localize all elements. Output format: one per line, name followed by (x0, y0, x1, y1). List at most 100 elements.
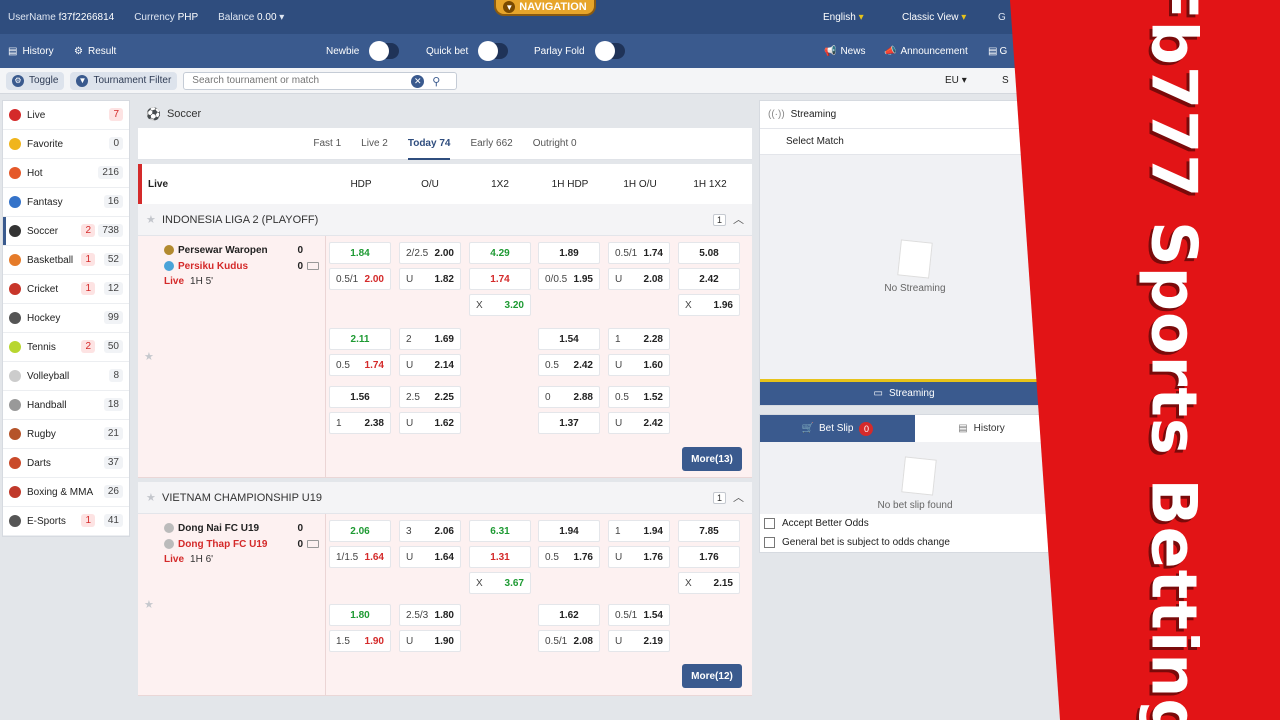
sidebar-item-darts[interactable]: Darts 37 (3, 449, 129, 478)
odds-cell[interactable]: 2.42 (678, 268, 740, 290)
checkbox[interactable] (764, 518, 775, 529)
sidebar-item-hockey[interactable]: Hockey 99 (3, 304, 129, 333)
sidebar-item-volleyball[interactable]: Volleyball 8 (3, 362, 129, 391)
odds-cell[interactable]: 2/2.5 2.00 (399, 242, 461, 264)
sidebar-item-fantasy[interactable]: Fantasy 16 (3, 188, 129, 217)
streaming-button[interactable]: ▭ Streaming (760, 379, 1048, 405)
result-button[interactable]: ⚙ Result (74, 46, 116, 57)
search-icon[interactable]: ⚲ (432, 75, 440, 88)
clear-icon[interactable]: ✕ (411, 74, 425, 88)
toggle-switch[interactable] (369, 41, 400, 61)
odds-change-checkbox[interactable]: General bet is subject to odds change (760, 533, 1048, 552)
odds-cell[interactable]: 0.5 1.76 (538, 546, 600, 568)
filter-extra[interactable]: S (1002, 75, 1009, 86)
sidebar-item-rugby[interactable]: Rugby 21 (3, 420, 129, 449)
odds-cell[interactable]: 0.5 2.42 (538, 354, 600, 376)
odds-cell[interactable]: 1.80 (329, 604, 391, 626)
tab-early[interactable]: Early 662 (470, 128, 512, 160)
toggle-button[interactable]: ⚙ Toggle (6, 71, 65, 90)
odds-cell[interactable]: 1 2.28 (608, 328, 670, 350)
language-dropdown[interactable]: English ▾ (823, 12, 864, 23)
odds-cell[interactable]: 1.37 (538, 412, 600, 434)
odds-cell[interactable]: 1 2.38 (329, 412, 391, 434)
tab-bet-slip[interactable]: 🛒 Bet Slip 0 (760, 415, 915, 442)
odds-cell[interactable]: U 2.08 (608, 268, 670, 290)
tab-live[interactable]: Live 2 (361, 128, 388, 160)
toggle-switch[interactable] (594, 41, 625, 61)
odds-cell[interactable]: 0.5/1 1.74 (608, 242, 670, 264)
odds-cell[interactable]: 0/0.5 1.95 (538, 268, 600, 290)
odds-cell[interactable]: U 1.62 (399, 412, 461, 434)
newbie-toggle[interactable]: Newbie (326, 41, 400, 61)
star-icon[interactable]: ★ (144, 350, 154, 363)
odds-cell[interactable]: 2.11 (329, 328, 391, 350)
sidebar-item-tennis[interactable]: Tennis 2 50 (3, 333, 129, 362)
search-input[interactable] (192, 75, 403, 86)
chevron-up-icon[interactable]: ︿ (733, 489, 744, 505)
star-icon[interactable]: ★ (146, 213, 156, 226)
odds-cell[interactable]: X 2.15 (678, 572, 740, 594)
odds-cell[interactable]: X 3.20 (469, 294, 531, 316)
odds-cell[interactable]: 1.56 (329, 386, 391, 408)
quick-bet-toggle[interactable]: Quick bet (426, 41, 509, 61)
odds-cell[interactable]: 0.5 1.52 (608, 386, 670, 408)
checkbox[interactable] (764, 537, 775, 548)
toolbar-extra[interactable]: ▤ G (988, 46, 1007, 57)
navigation-button[interactable]: ▼ NAVIGATION (494, 0, 596, 16)
odds-cell[interactable]: U 2.14 (399, 354, 461, 376)
tab-today[interactable]: Today 74 (407, 128, 451, 160)
parlay-fold-toggle[interactable]: Parlay Fold (534, 41, 625, 61)
tournament-filter-button[interactable]: ▼ Tournament Filter (70, 71, 178, 90)
tv-icon[interactable] (307, 540, 319, 548)
history-button[interactable]: ▤ History (8, 46, 54, 57)
odds-cell[interactable]: 1.76 (678, 546, 740, 568)
topbar-extra[interactable]: G (998, 12, 1006, 23)
sidebar-item-e-sports[interactable]: E-Sports 1 41 (3, 507, 129, 536)
select-match-dropdown[interactable]: Select Match (760, 129, 1048, 155)
odds-cell[interactable]: U 1.82 (399, 268, 461, 290)
sidebar-item-live[interactable]: Live 7 (3, 101, 129, 130)
announcement-button[interactable]: 📣 Announcement (884, 46, 968, 57)
odds-cell[interactable]: 1.31 (469, 546, 531, 568)
sidebar-item-hot[interactable]: Hot 216 (3, 159, 129, 188)
odds-cell[interactable]: 0.5/1 2.08 (538, 630, 600, 652)
odds-cell[interactable]: 2.5/3 1.80 (399, 604, 461, 626)
star-icon[interactable]: ★ (144, 598, 154, 611)
sidebar-item-handball[interactable]: Handball 18 (3, 391, 129, 420)
odds-cell[interactable]: U 1.90 (399, 630, 461, 652)
odds-cell[interactable]: U 2.19 (608, 630, 670, 652)
odds-cell[interactable]: U 1.64 (399, 546, 461, 568)
odds-cell[interactable]: 1.5 1.90 (329, 630, 391, 652)
odds-cell[interactable]: U 2.42 (608, 412, 670, 434)
odds-cell[interactable]: 4.29 (469, 242, 531, 264)
tab-bet-history[interactable]: ▤ History (915, 415, 1048, 442)
accept-better-odds-checkbox[interactable]: Accept Better Odds (760, 514, 1048, 533)
sidebar-item-favorite[interactable]: Favorite 0 (3, 130, 129, 159)
odds-cell[interactable]: 1.89 (538, 242, 600, 264)
toggle-switch[interactable] (478, 41, 509, 61)
more-markets-button[interactable]: More(13) (682, 447, 742, 471)
odds-cell[interactable]: 0.5/1 1.54 (608, 604, 670, 626)
tv-icon[interactable] (307, 262, 319, 270)
odds-cell[interactable]: 5.08 (678, 242, 740, 264)
odds-cell[interactable]: 0.5/1 2.00 (329, 268, 391, 290)
odds-cell[interactable]: 2.06 (329, 520, 391, 542)
odds-cell[interactable]: 2.5 2.25 (399, 386, 461, 408)
odds-cell[interactable]: 0.5 1.74 (329, 354, 391, 376)
sidebar-item-soccer[interactable]: Soccer 2 738 (3, 217, 129, 246)
tab-fast[interactable]: Fast 1 (313, 128, 341, 160)
odds-cell[interactable]: U 1.76 (608, 546, 670, 568)
odds-cell[interactable]: 0 2.88 (538, 386, 600, 408)
odds-cell[interactable]: 1.54 (538, 328, 600, 350)
star-icon[interactable]: ★ (146, 491, 156, 504)
odds-cell[interactable]: U 1.60 (608, 354, 670, 376)
odds-cell[interactable]: 1.74 (469, 268, 531, 290)
odds-cell[interactable]: 7.85 (678, 520, 740, 542)
news-button[interactable]: 📢 News (824, 46, 865, 57)
odds-cell[interactable]: 6.31 (469, 520, 531, 542)
view-dropdown[interactable]: Classic View ▾ (902, 12, 966, 23)
more-markets-button[interactable]: More(12) (682, 664, 742, 688)
odds-cell[interactable]: 2 1.69 (399, 328, 461, 350)
odds-cell[interactable]: X 3.67 (469, 572, 531, 594)
odds-format-dropdown[interactable]: EU ▾ (945, 75, 967, 86)
